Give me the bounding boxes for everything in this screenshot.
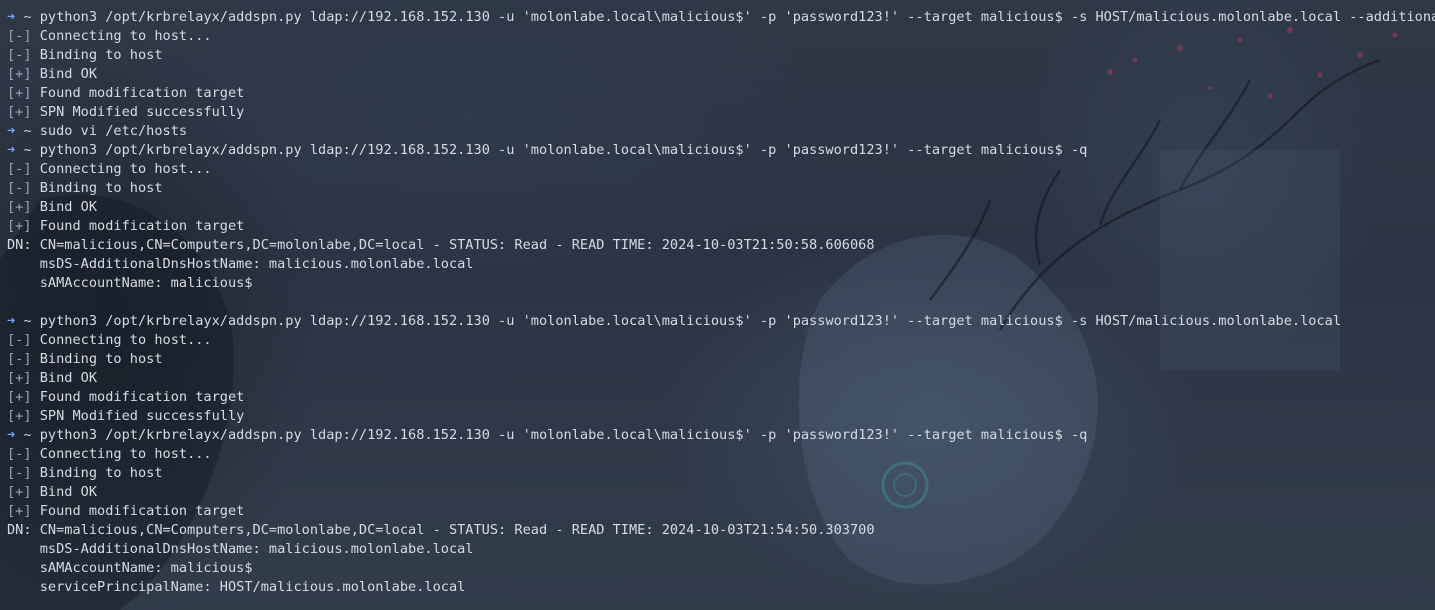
status-marker: [+] <box>7 408 32 424</box>
status-text: Bind OK <box>39 66 98 82</box>
status-text: Binding to host <box>39 47 163 63</box>
status-marker: [-] <box>7 332 32 348</box>
status-marker: [-] <box>7 465 32 481</box>
status-marker: [+] <box>7 218 32 234</box>
status-text: Bind OK <box>39 370 98 386</box>
prompt-directory: ~ <box>23 9 32 25</box>
terminal-output: ➜ ~ python3 /opt/krbrelayx/addspn.py lda… <box>7 8 1435 597</box>
status-text: Binding to host <box>39 180 163 196</box>
prompt-directory: ~ <box>23 123 32 139</box>
command-text: sudo vi /etc/hosts <box>39 123 188 139</box>
status-marker: [-] <box>7 180 32 196</box>
status-text: Found modification target <box>39 85 245 101</box>
status-text: Connecting to host... <box>39 446 212 462</box>
status-text: SPN Modified successfully <box>39 104 245 120</box>
status-text: Binding to host <box>39 465 163 481</box>
status-text: Binding to host <box>39 351 163 367</box>
status-marker: [+] <box>7 389 32 405</box>
status-marker: [+] <box>7 199 32 215</box>
prompt-arrow-icon: ➜ <box>7 123 16 139</box>
status-marker: [-] <box>7 161 32 177</box>
command-text: python3 /opt/krbrelayx/addspn.py ldap://… <box>39 313 1342 329</box>
status-line: [-] Binding to host <box>7 46 1435 65</box>
output-line: DN: CN=malicious,CN=Computers,DC=molonla… <box>7 237 875 253</box>
command-text: python3 /opt/krbrelayx/addspn.py ldap://… <box>39 142 1088 158</box>
prompt-line: ➜ ~ sudo vi /etc/hosts <box>7 122 1435 141</box>
output-line: servicePrincipalName: HOST/malicious.mol… <box>7 579 466 595</box>
status-marker: [+] <box>7 370 32 386</box>
status-line: [-] Connecting to host... <box>7 331 1435 350</box>
status-marker: [-] <box>7 446 32 462</box>
status-marker: [+] <box>7 104 32 120</box>
status-text: Connecting to host... <box>39 28 212 44</box>
output-line: DN: CN=malicious,CN=Computers,DC=molonla… <box>7 522 875 538</box>
status-marker: [+] <box>7 484 32 500</box>
status-line: [+] Bind OK <box>7 483 1435 502</box>
status-line: [+] Bind OK <box>7 65 1435 84</box>
status-marker: [-] <box>7 28 32 44</box>
status-text: Connecting to host... <box>39 332 212 348</box>
status-line: [+] Found modification target <box>7 388 1435 407</box>
status-line: [-] Connecting to host... <box>7 160 1435 179</box>
status-text: SPN Modified successfully <box>39 408 245 424</box>
prompt-line: ➜ ~ python3 /opt/krbrelayx/addspn.py lda… <box>7 312 1435 331</box>
prompt-arrow-icon: ➜ <box>7 9 16 25</box>
status-text: Connecting to host... <box>39 161 212 177</box>
status-line: [+] Bind OK <box>7 198 1435 217</box>
status-marker: [+] <box>7 66 32 82</box>
status-line: [-] Connecting to host... <box>7 445 1435 464</box>
command-text: python3 /opt/krbrelayx/addspn.py ldap://… <box>39 9 1435 25</box>
status-line: [-] Connecting to host... <box>7 27 1435 46</box>
output-line: msDS-AdditionalDnsHostName: malicious.mo… <box>7 541 474 557</box>
prompt-arrow-icon: ➜ <box>7 142 16 158</box>
prompt-line: ➜ ~ python3 /opt/krbrelayx/addspn.py lda… <box>7 426 1435 445</box>
prompt-line: ➜ ~ python3 /opt/krbrelayx/addspn.py lda… <box>7 141 1435 160</box>
prompt-arrow-icon: ➜ <box>7 313 16 329</box>
status-line: [+] Bind OK <box>7 369 1435 388</box>
status-line: [+] Found modification target <box>7 84 1435 103</box>
status-marker: [-] <box>7 47 32 63</box>
status-line: [+] Found modification target <box>7 217 1435 236</box>
output-line: sAMAccountName: malicious$ <box>7 275 253 291</box>
status-marker: [-] <box>7 351 32 367</box>
status-text: Found modification target <box>39 389 245 405</box>
status-text: Bind OK <box>39 199 98 215</box>
status-text: Found modification target <box>39 503 245 519</box>
output-line: sAMAccountName: malicious$ <box>7 560 253 576</box>
prompt-line: ➜ ~ python3 /opt/krbrelayx/addspn.py lda… <box>7 8 1435 27</box>
status-text: Bind OK <box>39 484 98 500</box>
status-line: [-] Binding to host <box>7 179 1435 198</box>
status-text: Found modification target <box>39 218 245 234</box>
status-marker: [+] <box>7 503 32 519</box>
prompt-arrow-icon: ➜ <box>7 427 16 443</box>
status-marker: [+] <box>7 85 32 101</box>
status-line: [+] SPN Modified successfully <box>7 407 1435 426</box>
prompt-directory: ~ <box>23 313 32 329</box>
prompt-directory: ~ <box>23 142 32 158</box>
status-line: [+] SPN Modified successfully <box>7 103 1435 122</box>
prompt-directory: ~ <box>23 427 32 443</box>
status-line: [-] Binding to host <box>7 350 1435 369</box>
output-line: msDS-AdditionalDnsHostName: malicious.mo… <box>7 256 474 272</box>
status-line: [+] Found modification target <box>7 502 1435 521</box>
command-text: python3 /opt/krbrelayx/addspn.py ldap://… <box>39 427 1088 443</box>
status-line: [-] Binding to host <box>7 464 1435 483</box>
